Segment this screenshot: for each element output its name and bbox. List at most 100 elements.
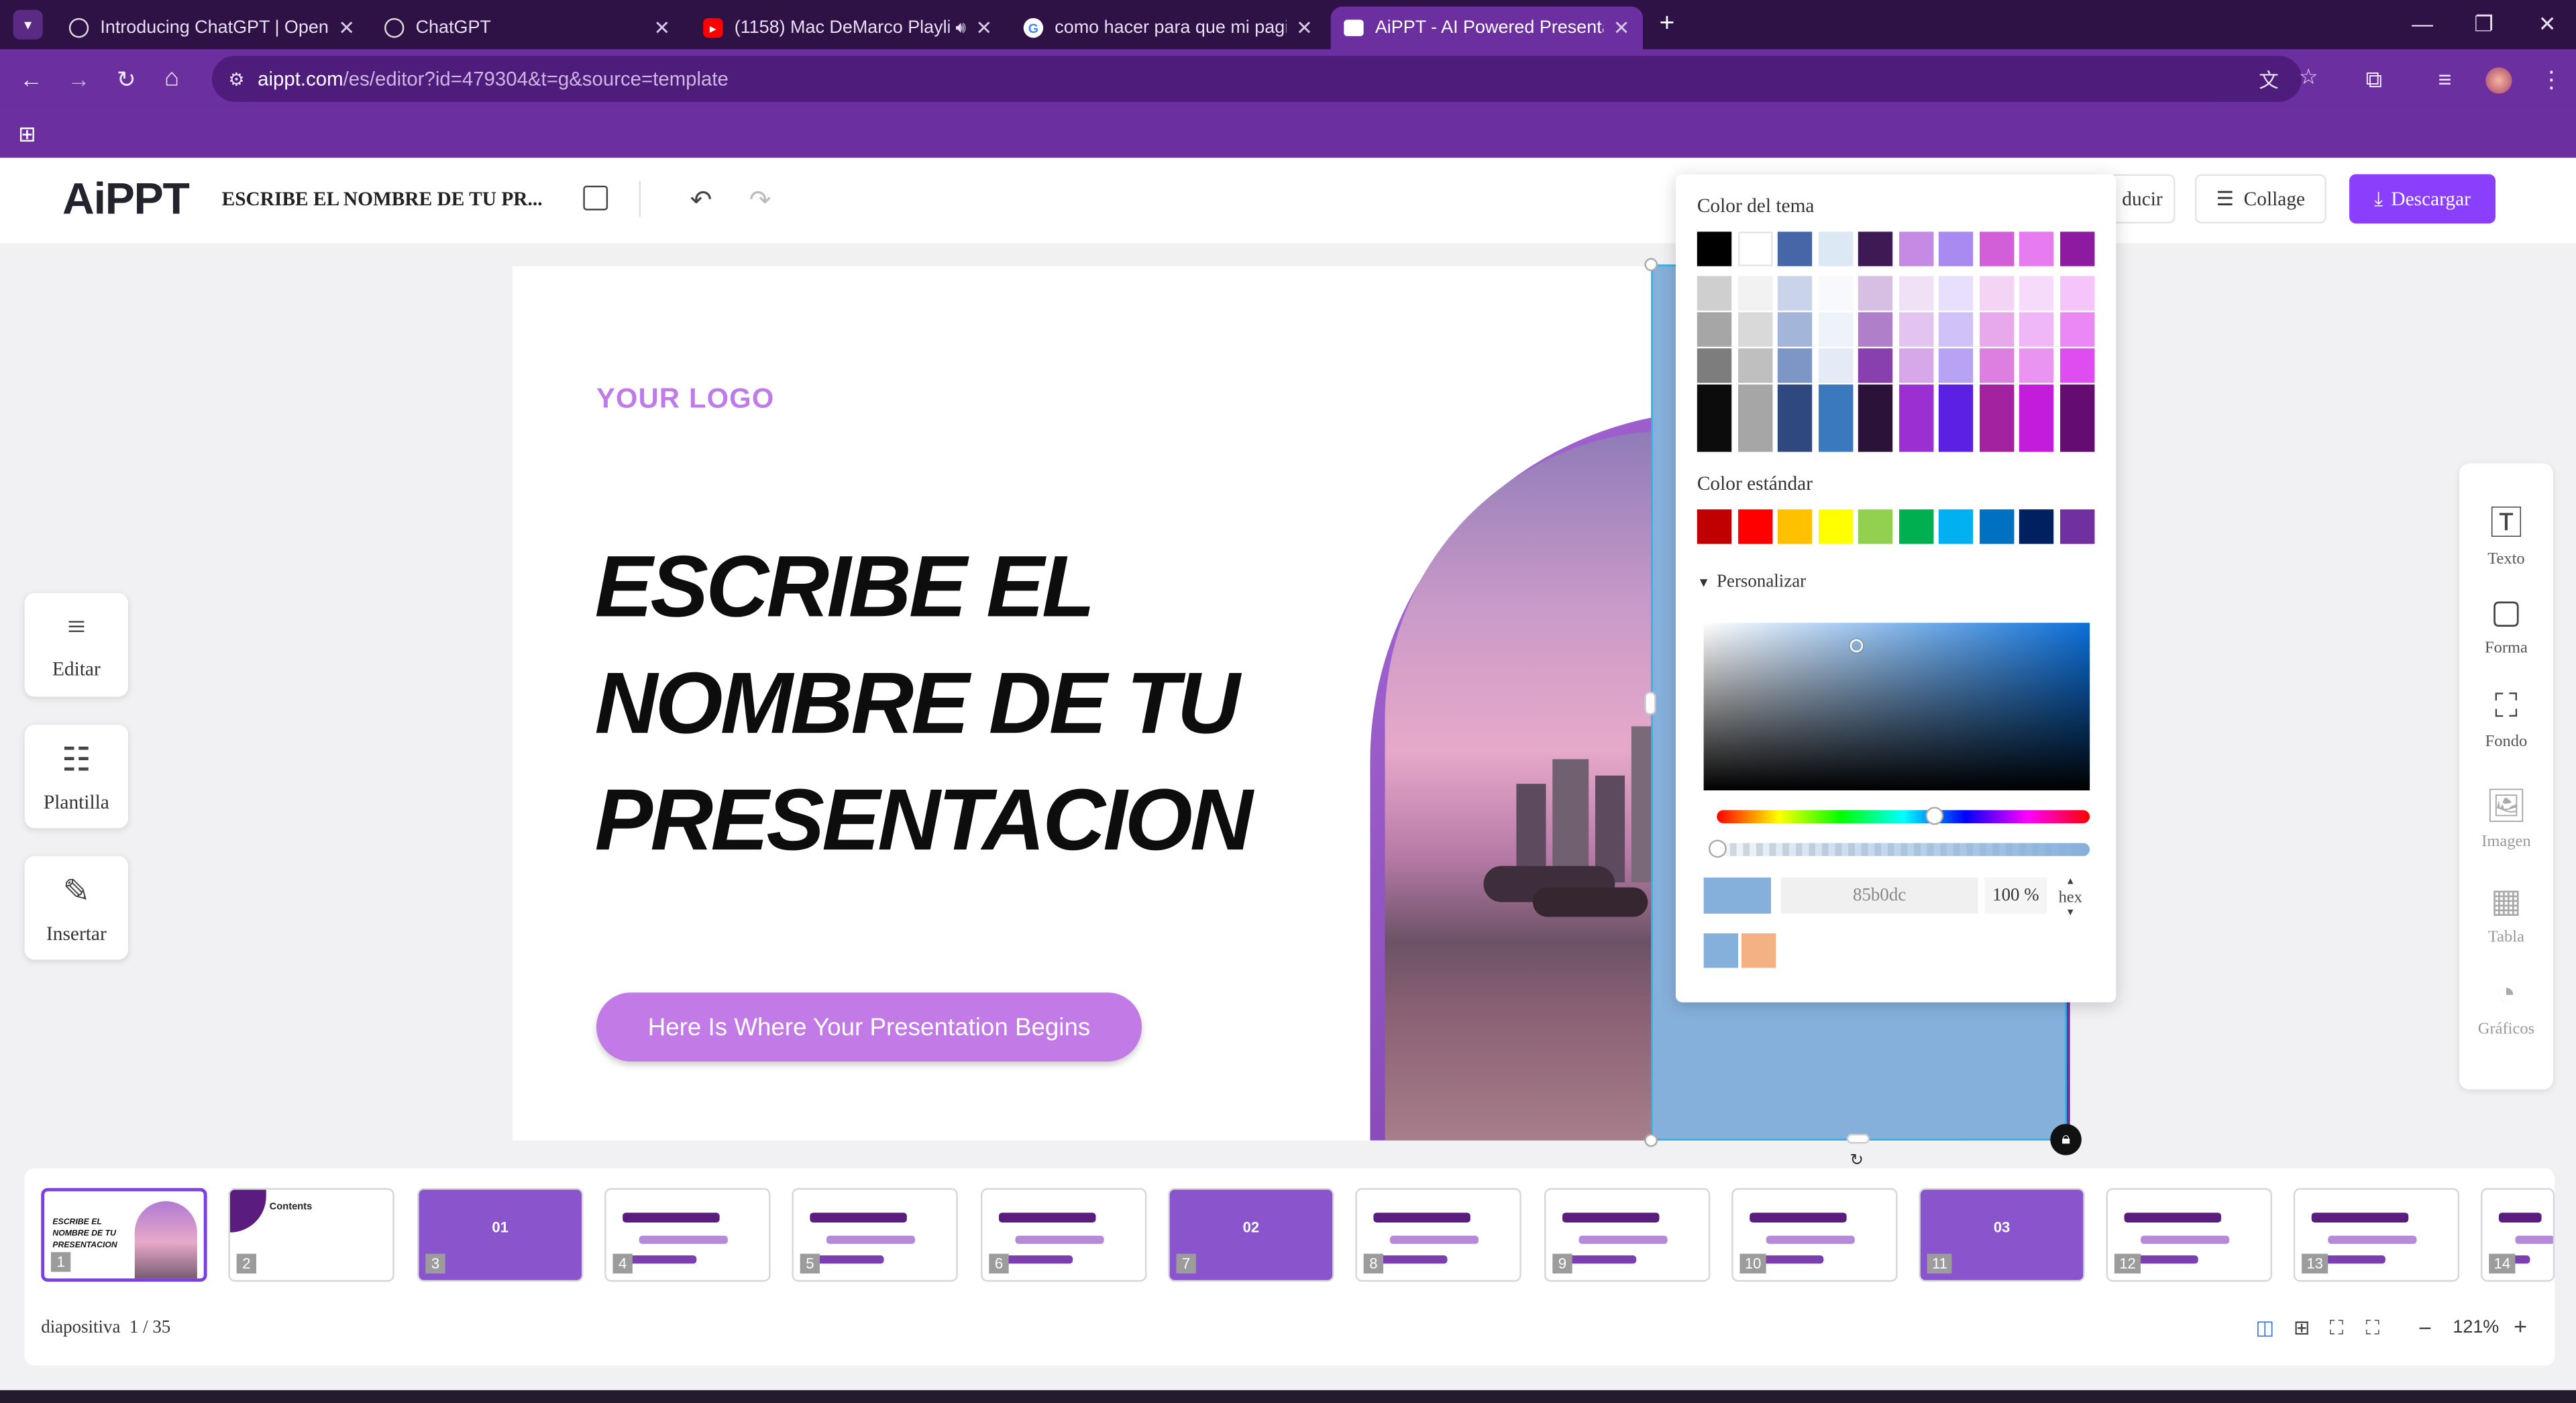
resize-handle[interactable] — [1846, 1133, 1870, 1144]
standard-color-swatch[interactable] — [1978, 509, 2014, 544]
slide-thumbnail[interactable]: 03 11 — [1919, 1188, 2085, 1282]
site-settings-icon[interactable]: ⚙ — [228, 68, 244, 89]
shade-color-swatch[interactable] — [1697, 312, 1732, 347]
browser-tab[interactable]: ▸ (1158) Mac DeMarco Playlis 🔊︎ ✕ — [690, 7, 1006, 50]
download-button[interactable]: ⤓ Descargar — [2349, 174, 2496, 224]
bookmark-star-icon[interactable]: ☆ — [2299, 64, 2318, 91]
alpha-slider[interactable] — [1717, 843, 2090, 856]
close-tab-icon[interactable]: ✕ — [1296, 16, 1313, 39]
shade-color-swatch[interactable] — [1777, 348, 1813, 383]
shade-color-swatch[interactable] — [2019, 384, 2054, 452]
slide-thumbnail[interactable]: 8 — [1355, 1188, 1521, 1282]
shade-color-swatch[interactable] — [2019, 312, 2054, 347]
shade-color-swatch[interactable] — [1817, 276, 1853, 311]
media-control-icon[interactable]: ≡ — [2438, 66, 2451, 92]
shade-color-swatch[interactable] — [1737, 276, 1772, 311]
opacity-input[interactable]: 100 % — [1984, 877, 2047, 914]
zoom-level[interactable]: 121% — [2453, 1318, 2499, 1337]
aippt-logo[interactable]: AiPPT — [62, 174, 190, 225]
slide-thumbnail[interactable]: 10 — [1731, 1188, 1898, 1282]
translate-icon[interactable]: 文 — [2259, 66, 2278, 94]
shade-color-swatch[interactable] — [1737, 384, 1772, 452]
address-bar[interactable]: ⚙ aippt.com /es/editor?id=479304&t=g&sou… — [211, 56, 2318, 102]
hex-input[interactable]: 85b0dc — [1780, 877, 1978, 914]
resize-handle[interactable] — [1644, 692, 1656, 715]
close-window-icon[interactable]: ✕ — [2538, 11, 2557, 38]
extensions-icon[interactable]: ⧉ — [2366, 66, 2382, 94]
background-tool[interactable]: ⛶ Fondo — [2459, 688, 2553, 751]
standard-color-swatch[interactable] — [1697, 509, 1732, 544]
shade-color-swatch[interactable] — [1898, 348, 1933, 383]
shade-color-swatch[interactable] — [1817, 384, 1853, 452]
rotate-icon[interactable]: ↻ — [1850, 1152, 1864, 1170]
alpha-slider-thumb[interactable] — [1708, 839, 1727, 858]
browser-tab[interactable]: ChatGPT ✕ — [371, 7, 683, 50]
slide-thumbnail[interactable]: 01 3 — [417, 1188, 584, 1282]
shade-color-swatch[interactable] — [1777, 384, 1813, 452]
close-tab-icon[interactable]: ✕ — [338, 16, 355, 39]
shade-color-swatch[interactable] — [2059, 348, 2094, 383]
browser-tab[interactable]: G como hacer para que mi pagin ✕ — [1010, 7, 1326, 50]
slide-thumbnail[interactable]: 02 7 — [1168, 1188, 1334, 1282]
chart-tool[interactable]: ◔ Gráficos — [2459, 976, 2553, 1039]
resize-handle[interactable] — [1644, 258, 1658, 272]
shape-tool[interactable]: ▢ Forma — [2459, 592, 2553, 658]
shade-color-swatch[interactable] — [1898, 384, 1933, 452]
theme-color-swatch[interactable] — [1817, 231, 1853, 266]
theme-color-swatch[interactable] — [2019, 231, 2054, 266]
resize-handle[interactable] — [1644, 1133, 1658, 1147]
shade-color-swatch[interactable] — [1898, 276, 1933, 311]
reload-icon[interactable]: ↻ — [117, 66, 136, 94]
color-mode-toggle[interactable]: ▲ hex ▼ — [2059, 878, 2082, 921]
standard-color-swatch[interactable] — [1858, 509, 1893, 544]
standard-color-swatch[interactable] — [1817, 509, 1853, 544]
shade-color-swatch[interactable] — [2059, 276, 2094, 311]
apps-grid-icon[interactable]: ⊞ — [18, 121, 36, 148]
shade-color-swatch[interactable] — [1858, 348, 1893, 383]
zoom-out-icon[interactable]: − — [2418, 1314, 2432, 1341]
theme-color-swatch[interactable] — [1898, 231, 1933, 266]
shade-color-swatch[interactable] — [1898, 312, 1933, 347]
standard-color-swatch[interactable] — [1938, 509, 1974, 544]
slide-cta-button[interactable]: Here Is Where Your Presentation Begins — [596, 992, 1142, 1062]
shade-color-swatch[interactable] — [1858, 276, 1893, 311]
shade-color-swatch[interactable] — [1737, 348, 1772, 383]
shade-color-swatch[interactable] — [1978, 348, 2014, 383]
theme-color-swatch[interactable] — [1858, 231, 1893, 266]
shade-color-swatch[interactable] — [2059, 312, 2094, 347]
theme-color-swatch[interactable] — [1697, 231, 1732, 266]
recent-color-swatch[interactable] — [1703, 933, 1739, 968]
browser-tab[interactable]: Introducing ChatGPT | OpenAI ✕ — [56, 7, 368, 50]
shade-color-swatch[interactable] — [1938, 384, 1974, 452]
image-tool[interactable]: 🖼︎ Imagen — [2459, 786, 2553, 851]
insert-panel-button[interactable]: ✎ Insertar — [24, 855, 129, 960]
standard-color-swatch[interactable] — [1777, 509, 1813, 544]
theme-color-swatch[interactable] — [1978, 231, 2014, 266]
new-tab-icon[interactable]: + — [1659, 10, 1674, 40]
browser-menu-icon[interactable]: ⋮ — [2540, 66, 2563, 94]
shade-color-swatch[interactable] — [2019, 348, 2054, 383]
shade-color-swatch[interactable] — [1777, 312, 1813, 347]
shade-color-swatch[interactable] — [1978, 384, 2014, 452]
slide-thumbnail[interactable]: 6 — [981, 1188, 1147, 1282]
table-tool[interactable]: ▦ Tabla — [2459, 881, 2553, 947]
customize-toggle[interactable]: ▼ Personalizar — [1697, 572, 1806, 591]
slide-thumbnail[interactable]: 13 — [2293, 1188, 2460, 1282]
slide-logo-text[interactable]: YOUR LOGO — [596, 383, 774, 416]
close-tab-icon[interactable]: ✕ — [654, 16, 671, 39]
forward-icon[interactable]: → — [67, 66, 90, 92]
reduce-button[interactable]: ducir — [2109, 174, 2176, 224]
saturation-cursor[interactable] — [1849, 639, 1864, 653]
shade-color-swatch[interactable] — [1858, 384, 1893, 452]
theme-color-swatch[interactable] — [2059, 231, 2094, 266]
standard-color-swatch[interactable] — [2019, 509, 2054, 544]
browser-tab-active[interactable]: AiPPT - AI Powered Presentatio ✕ — [1330, 6, 1643, 50]
hue-slider-thumb[interactable] — [1925, 807, 1944, 825]
restore-icon[interactable]: ❐ — [2474, 11, 2493, 38]
slide-title[interactable]: ESCRIBE EL NOMBRE DE TU PRESENTACION — [595, 529, 1253, 880]
template-panel-button[interactable]: ☷ Plantilla — [24, 725, 129, 829]
theme-color-swatch[interactable] — [1777, 231, 1813, 266]
theme-color-swatch[interactable] — [1938, 231, 1974, 266]
shade-color-swatch[interactable] — [1978, 276, 2014, 311]
slide-thumbnail[interactable]: 9 — [1544, 1188, 1711, 1282]
